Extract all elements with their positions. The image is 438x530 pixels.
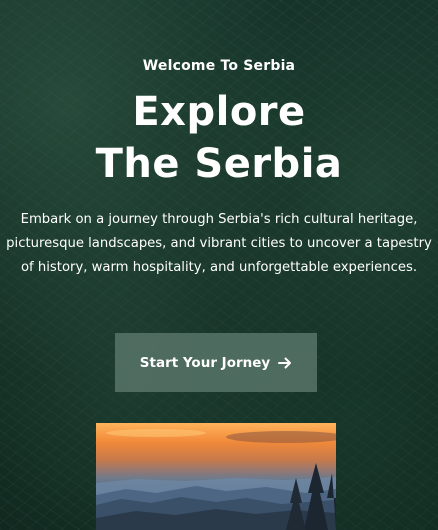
hero-eyebrow: Welcome To Serbia [142,58,296,74]
landscape-image [96,423,336,530]
hero-title-line2: The Serbia [95,141,343,187]
hero-title-line1: Explore [132,89,306,135]
hero-description: Embark on a journey through Serbia's ric… [6,212,432,275]
start-journey-label: Start Your Jorney [139,354,271,371]
start-journey-button[interactable]: Start Your Jorney [115,333,317,392]
hero-title: Explore The Serbia [0,86,438,190]
arrow-right-icon [278,356,292,370]
